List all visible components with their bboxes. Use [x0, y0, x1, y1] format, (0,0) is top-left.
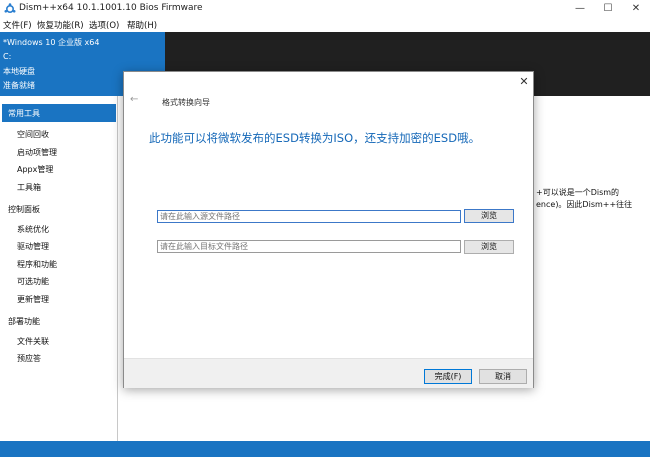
dialog-close-button[interactable]: ✕: [518, 76, 530, 88]
os-name: *Windows 10 企业版 x64: [3, 38, 100, 47]
sidebar-item-toolbox[interactable]: 工具箱: [17, 182, 41, 193]
dialog-footer: 完成(F) 取消: [124, 358, 533, 388]
sidebar-item-optional-features[interactable]: 可选功能: [17, 276, 49, 287]
format-conversion-dialog: ✕ ← 格式转换向导 此功能可以将微软发布的ESD转换为ISO，还支持加密的ES…: [123, 71, 534, 388]
sidebar-item-update-manager[interactable]: 更新管理: [17, 294, 49, 305]
dism-logo-icon: [4, 3, 16, 14]
dialog-description: 此功能可以将微软发布的ESD转换为ISO，还支持加密的ESD哦。: [149, 131, 481, 145]
sidebar-section-common-tools[interactable]: 常用工具: [8, 108, 40, 119]
maximize-button[interactable]: ☐: [594, 0, 622, 18]
menu-options[interactable]: 选项(O): [89, 19, 119, 31]
minimize-button[interactable]: —: [566, 0, 594, 18]
sidebar-section-deployment[interactable]: 部署功能: [8, 316, 40, 327]
menu-file[interactable]: 文件(F): [3, 19, 32, 31]
dialog-title: 格式转换向导: [162, 98, 210, 107]
back-arrow-icon[interactable]: ←: [130, 94, 138, 105]
target-path-input[interactable]: [157, 240, 461, 253]
finish-button[interactable]: 完成(F): [424, 369, 472, 384]
window-title: Dism++x64 10.1.1001.10 Bios Firmware: [19, 3, 203, 13]
title-bar: Dism++x64 10.1.1001.10 Bios Firmware — ☐…: [0, 0, 650, 18]
menu-bar: 文件(F) 恢复功能(R) 选项(O) 帮助(H): [0, 18, 650, 32]
browse-source-button[interactable]: 浏览: [464, 209, 514, 223]
sidebar-item-file-association[interactable]: 文件关联: [17, 336, 49, 347]
sidebar-item-programs[interactable]: 程序和功能: [17, 259, 57, 270]
background-text-line-1: +可以说是一个Dism的: [536, 188, 620, 197]
sidebar-section-control-panel[interactable]: 控制面板: [8, 204, 40, 215]
sidebar-item-startup-manager[interactable]: 启动项管理: [17, 147, 57, 158]
status-text: 准备就绪: [3, 81, 35, 90]
sidebar-item-answer-file[interactable]: 预应答: [17, 353, 41, 364]
menu-help[interactable]: 帮助(H): [127, 19, 157, 31]
cancel-button[interactable]: 取消: [479, 369, 527, 384]
disk-type: 本地硬盘: [3, 67, 35, 76]
background-text-line-2: ence)。因此Dism++往往: [536, 200, 633, 209]
status-bar: [0, 441, 650, 457]
sidebar-item-driver-manager[interactable]: 驱动管理: [17, 241, 49, 252]
menu-recovery[interactable]: 恢复功能(R): [37, 19, 84, 31]
sidebar-item-appx-manager[interactable]: Appx管理: [17, 164, 53, 175]
browse-target-button[interactable]: 浏览: [464, 240, 514, 254]
sidebar-item-space-cleanup[interactable]: 空间回收: [17, 129, 49, 140]
sidebar-item-system-optimize[interactable]: 系统优化: [17, 224, 49, 235]
close-button[interactable]: ✕: [622, 0, 650, 18]
drive-letter: C:: [3, 52, 12, 61]
source-path-input[interactable]: [157, 210, 461, 223]
